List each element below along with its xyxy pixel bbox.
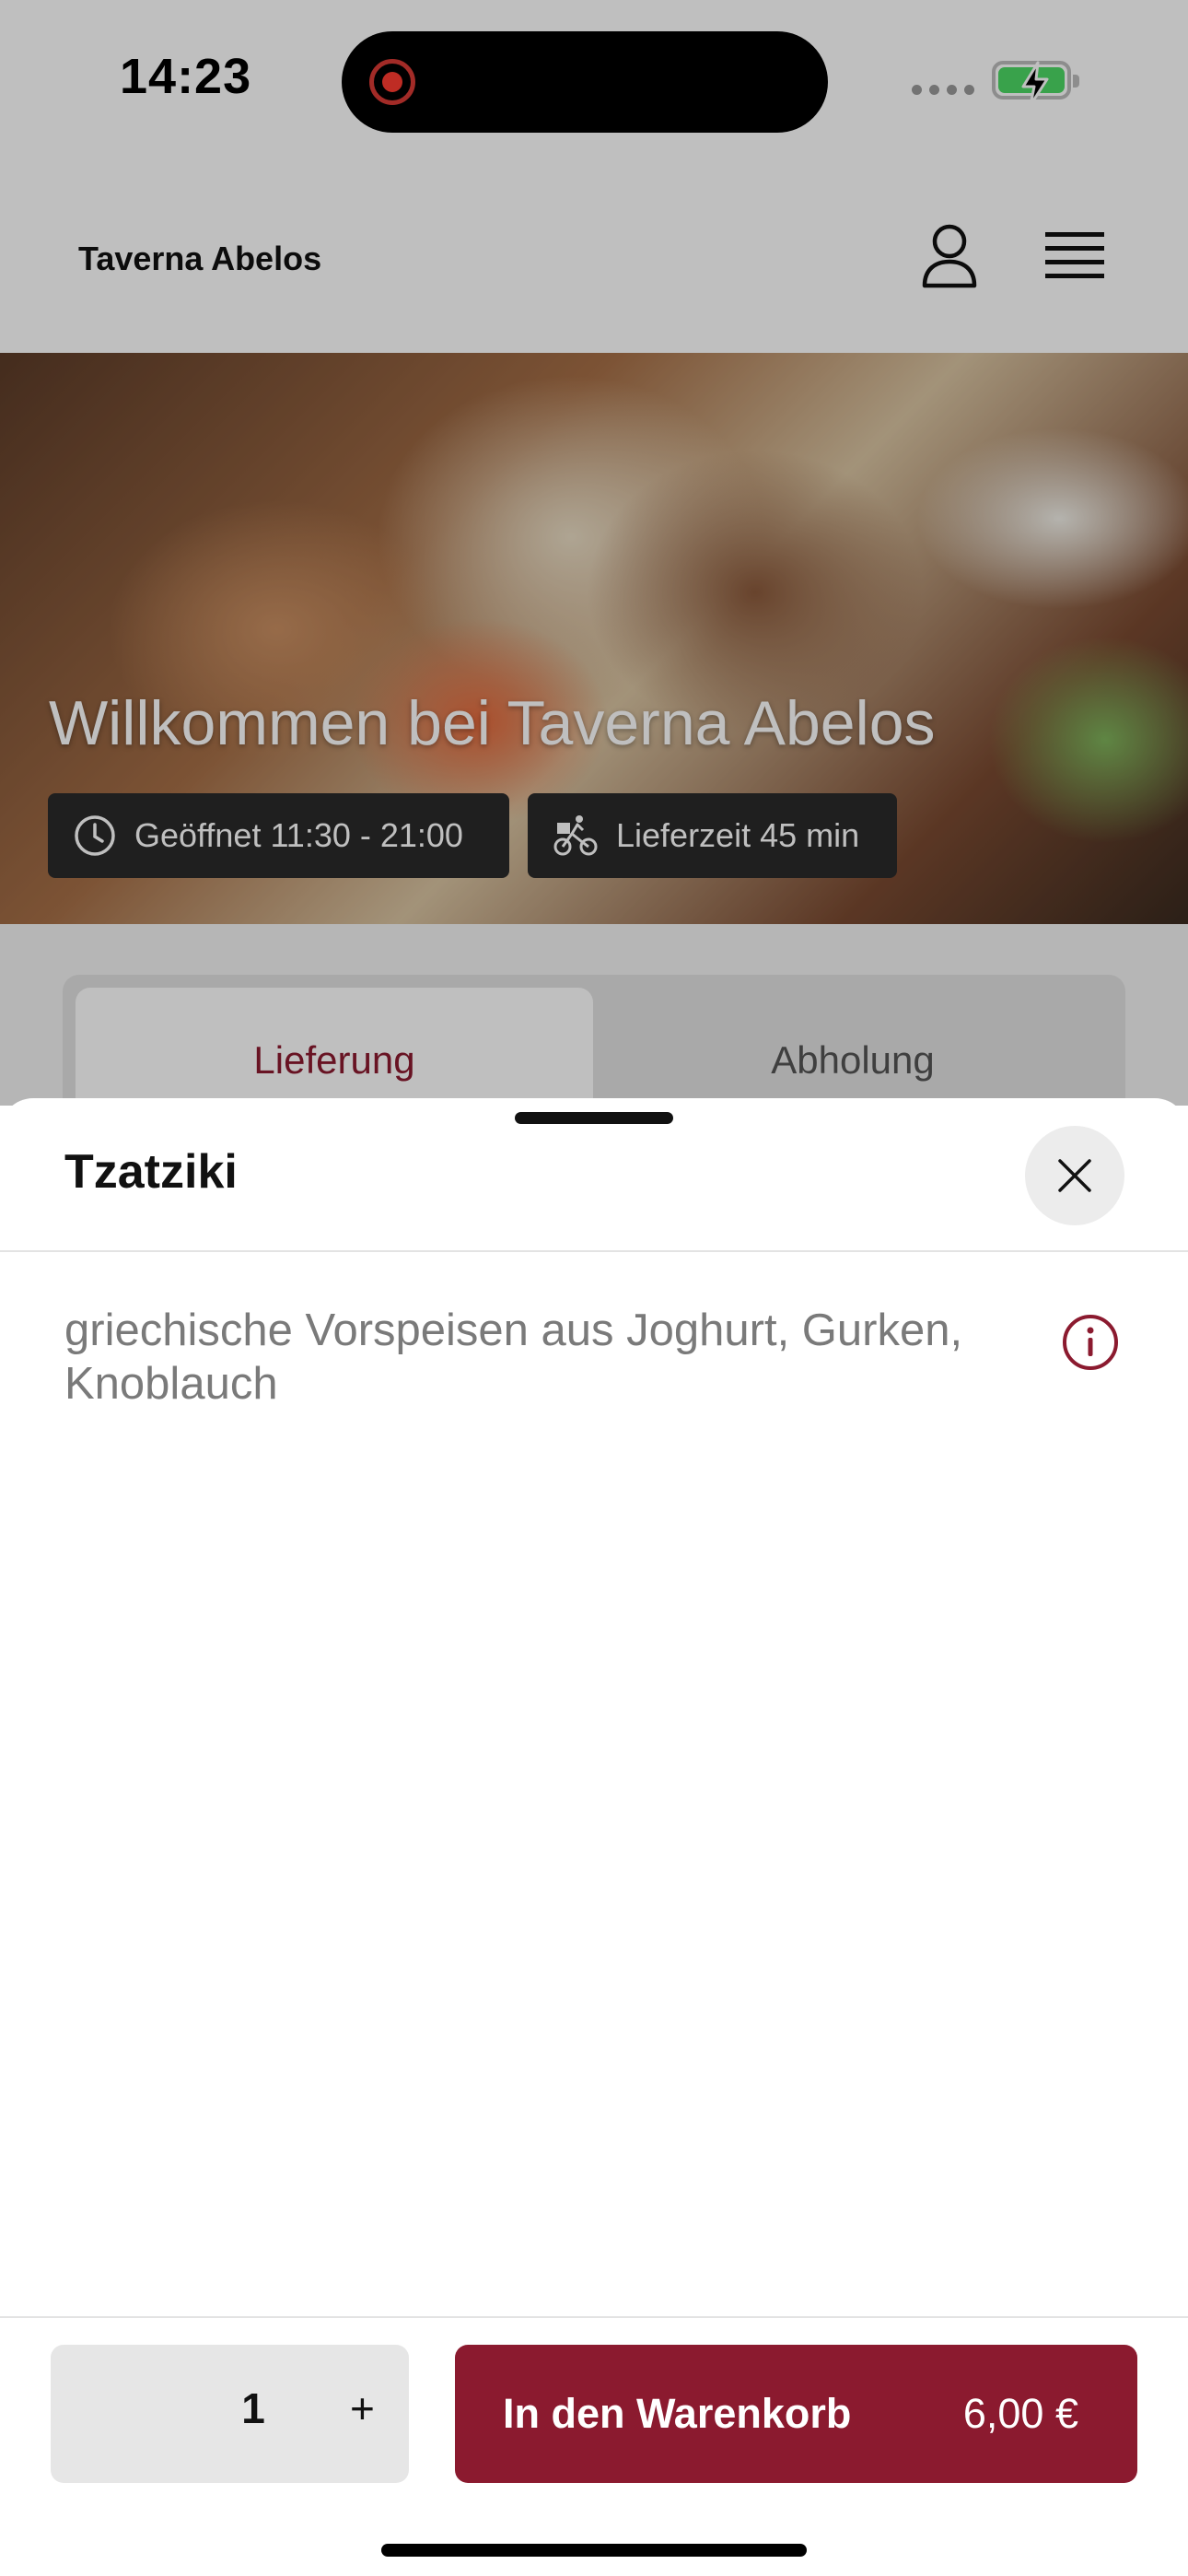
quantity-value: 1 (241, 2384, 265, 2432)
product-title: Tzatziki (64, 1145, 238, 1199)
home-indicator[interactable] (381, 2544, 807, 2557)
add-to-cart-label: In den Warenkorb (503, 2390, 852, 2437)
product-description: griechische Vorspeisen aus Joghurt, Gurk… (64, 1306, 963, 1409)
modal-backdrop[interactable] (0, 0, 1188, 1106)
increase-quantity-button[interactable]: + (350, 2383, 375, 2433)
header-divider (0, 1250, 1188, 1252)
decrease-quantity-button[interactable] (78, 2382, 143, 2446)
footer-divider (0, 2316, 1188, 2318)
product-price: 6,00 € (962, 2390, 1078, 2437)
product-bottom-sheet: Tzatziki griechische Vorspeisen aus Jogh… (0, 1098, 1188, 2576)
quantity-stepper: 1 + (51, 2345, 409, 2483)
close-button[interactable] (1025, 1126, 1124, 1225)
info-icon[interactable] (1061, 1313, 1120, 1372)
sheet-grabber[interactable] (515, 1112, 673, 1124)
add-to-cart-button[interactable]: In den Warenkorb 6,00 € (455, 2345, 1137, 2483)
close-icon (1058, 1159, 1091, 1192)
